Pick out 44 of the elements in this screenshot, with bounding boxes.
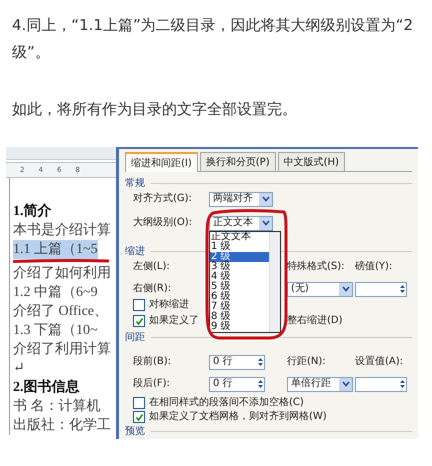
section-title: 缩进 (125, 244, 145, 258)
dialog-tab[interactable]: 缩进和间距(I) (125, 152, 198, 172)
field-label: 大纲级别(O): (133, 216, 194, 230)
article-paragraph: 4.同上，“1.1上篇”为二级目录，因此将其大纲级别设置为“2级”。 (12, 15, 414, 63)
field-label: 段后(F): (133, 377, 171, 391)
spinner-arrows-icon (257, 357, 264, 367)
spinner-arrows-icon (399, 284, 406, 294)
chevron-down-icon (342, 381, 350, 387)
section-title: 常规 (125, 176, 145, 190)
dialog-tab[interactable]: 换行和分页(P) (200, 152, 276, 171)
chevron-down-icon (262, 196, 270, 202)
article-paragraph: 如此，将所有作为目录的文字全部设置完。 (12, 99, 298, 120)
field-label: 对齐方式(G): (133, 192, 193, 206)
field-label: 段前(B): (133, 355, 172, 369)
field-label: 右侧(R): (133, 282, 172, 296)
spinner-field[interactable] (355, 376, 407, 392)
chevron-down-icon (262, 220, 270, 226)
checkbox-label: 整右缩进(D) (287, 314, 344, 328)
checkbox-label: 如果定义了 (149, 314, 199, 328)
checkbox[interactable] (133, 315, 145, 327)
checkbox-label: 对称缩进 (149, 298, 189, 312)
field-label: 行距(N): (287, 355, 327, 369)
checkbox[interactable] (133, 411, 145, 423)
field-label: 磅值(Y): (355, 260, 394, 274)
line-spacing-select[interactable]: 单倍行距 (287, 376, 353, 392)
chevron-down-icon (342, 286, 350, 292)
field-label: 左侧(L): (133, 260, 171, 274)
scrollbar[interactable] (269, 232, 280, 332)
checkbox-label: 在相同样式的段落间不添加空格(C) (149, 396, 304, 410)
spinner-arrows-icon (399, 379, 406, 389)
spinner-field[interactable] (355, 282, 407, 296)
checkbox-label: 如果定义了文档网格，则对齐到网格(W) (149, 410, 327, 424)
checkbox[interactable] (133, 397, 145, 409)
alignment-select[interactable]: 两端对齐 (209, 192, 273, 206)
section-title: 间距 (125, 331, 145, 344)
spinner-arrows-icon (257, 379, 264, 389)
special-format-select[interactable]: (无) (287, 282, 353, 296)
spinner-field[interactable]: 0 行 (209, 376, 265, 392)
field-label: 特殊格式(S): (287, 260, 346, 274)
spinner-field[interactable]: 0 行 (209, 354, 265, 370)
section-title: 预览 (125, 425, 145, 438)
dialog-tab[interactable]: 中文版式(H) (278, 152, 345, 171)
checkbox[interactable] (133, 299, 145, 311)
field-label: 设置值(A): (355, 355, 404, 369)
